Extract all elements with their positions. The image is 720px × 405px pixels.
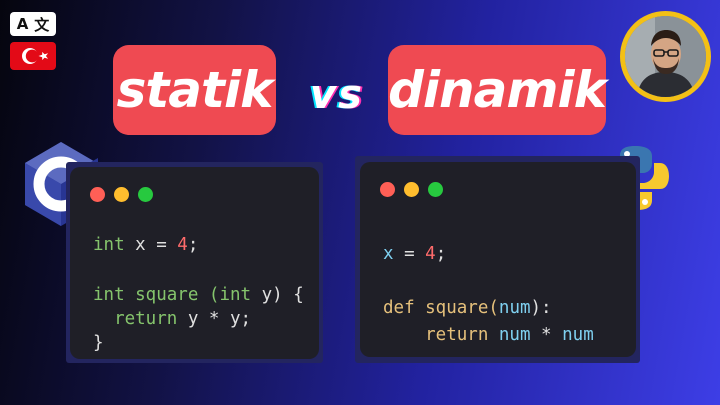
- window-controls: [380, 182, 443, 197]
- c-function-name: square (: [124, 285, 220, 305]
- translate-glyph-a: A: [16, 15, 29, 33]
- py-semicolon: ;: [435, 244, 447, 264]
- py-number: 4: [425, 244, 436, 264]
- c-number: 4: [177, 235, 188, 255]
- c-return-expr: y * y;: [177, 309, 252, 329]
- py-code-line-2: def square(num):: [383, 296, 552, 320]
- py-param: num: [498, 298, 531, 318]
- c-keyword-return: return: [93, 309, 178, 329]
- c-closing-brace: }: [93, 333, 104, 353]
- vs-label: vs: [310, 72, 364, 118]
- c-code-line-2: int square (int y) {: [93, 283, 304, 307]
- dynamic-title-pill: dinamik: [388, 45, 607, 135]
- close-dot-icon: [90, 187, 105, 202]
- py-code-line-1: x = 4;: [383, 242, 446, 266]
- language-badge: A 文: [10, 12, 58, 72]
- minimize-dot-icon: [114, 187, 129, 202]
- py-variable: x: [383, 244, 394, 264]
- py-function-name: square(: [414, 298, 499, 318]
- python-code-window: x = 4; def square(num): return num * num: [360, 162, 636, 357]
- py-operator: *: [530, 325, 563, 345]
- c-assign: x =: [124, 235, 178, 255]
- c-keyword-int-param: int: [219, 285, 252, 305]
- close-dot-icon: [380, 182, 395, 197]
- translate-glyph-cjk: 文: [34, 15, 50, 34]
- c-code-line-4: }: [93, 331, 104, 355]
- turkey-flag-icon: [10, 42, 56, 70]
- py-keyword-return: return: [383, 325, 489, 345]
- dynamic-title: dinamik: [388, 61, 607, 119]
- static-title: statik: [116, 61, 274, 119]
- c-param: y) {: [251, 285, 304, 305]
- c-keyword-int: int: [93, 285, 125, 305]
- c-semicolon: ;: [187, 235, 199, 255]
- py-colon: ):: [530, 298, 552, 318]
- maximize-dot-icon: [428, 182, 443, 197]
- c-keyword-int: int: [93, 235, 125, 255]
- py-assign: =: [393, 244, 426, 264]
- py-code-line-3: return num * num: [383, 323, 594, 347]
- c-code-line-1: int x = 4;: [93, 233, 198, 257]
- translate-icon: A 文: [10, 12, 56, 36]
- maximize-dot-icon: [138, 187, 153, 202]
- avatar-photo: [625, 16, 706, 97]
- minimize-dot-icon: [404, 182, 419, 197]
- c-code-line-3: return y * y;: [93, 307, 251, 331]
- py-operand-1: num: [488, 325, 531, 345]
- py-keyword-def: def: [383, 298, 415, 318]
- py-operand-2: num: [562, 325, 594, 345]
- c-code-window: int x = 4; int square (int y) { return y…: [70, 167, 319, 359]
- avatar: [620, 11, 711, 102]
- static-title-pill: statik: [113, 45, 276, 135]
- window-controls: [90, 187, 153, 202]
